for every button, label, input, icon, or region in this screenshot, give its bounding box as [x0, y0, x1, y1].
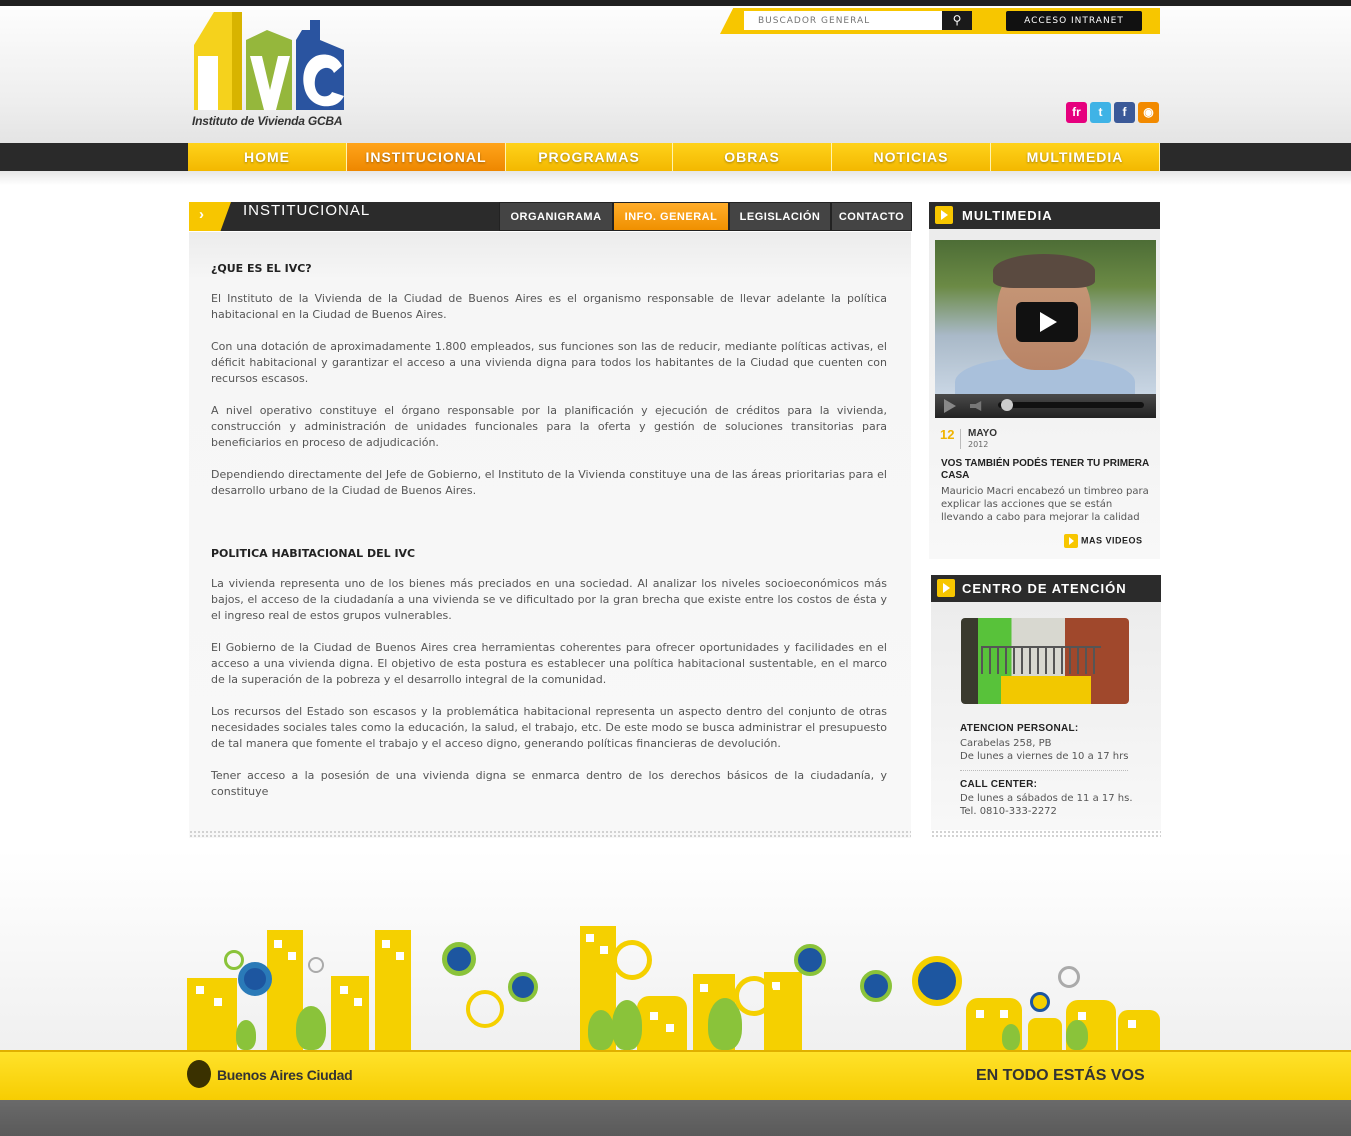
more-videos-link[interactable]: MAS VIDEOS [1064, 534, 1143, 548]
call-heading: CALL CENTER: [960, 779, 1038, 790]
rss-icon[interactable]: ◉ [1138, 102, 1159, 123]
centro-dotted-border [931, 830, 1161, 838]
heading-politica: POLITICA HABITACIONAL DEL IVC [211, 547, 416, 560]
nav-programas[interactable]: PROGRAMAS [506, 143, 673, 171]
search-icon: ⚲ [952, 13, 962, 27]
nav-noticias[interactable]: NOTICIAS [832, 143, 991, 171]
paragraph: Dependiendo directamente del Jefe de Gob… [211, 468, 887, 497]
paragraph: La vivienda representa uno de los bienes… [211, 577, 887, 622]
photo-railing [981, 646, 1101, 674]
facebook-icon[interactable]: f [1114, 102, 1135, 123]
personal-address: Carabelas 258, PB [960, 738, 1052, 749]
nav-obras[interactable]: OBRAS [673, 143, 832, 171]
tab-contacto[interactable]: CONTACTO [831, 202, 912, 231]
ivc-logo[interactable]: Instituto de Vivienda GCBA [192, 10, 352, 132]
footer-slogan: EN TODO ESTÁS VOS [976, 1067, 1145, 1084]
control-play-icon[interactable] [944, 399, 956, 413]
nav-institucional[interactable]: INSTITUCIONAL [347, 143, 506, 171]
heading-que-es: ¿QUE ES EL IVC? [211, 262, 312, 275]
nav-shadow [0, 171, 1351, 185]
nav-multimedia[interactable]: MULTIMEDIA [991, 143, 1160, 171]
paragraph: Tener acceso a la posesión de una vivien… [211, 769, 887, 798]
date-day: 12 [940, 427, 955, 442]
paragraph: Con una dotación de aproximadamente 1.80… [211, 340, 887, 385]
paragraph: El Instituto de la Vivienda de la Ciudad… [211, 292, 887, 321]
date-divider [960, 429, 961, 449]
more-videos-label: MAS VIDEOS [1081, 535, 1143, 546]
call-hours: De lunes a sábados de 11 a 17 hs. [960, 793, 1133, 804]
photo-yellow-wall [1001, 676, 1091, 704]
arrow-icon [1064, 534, 1078, 548]
date-month: MAYO [968, 428, 998, 439]
section-title: INSTITUCIONAL [243, 202, 371, 219]
personal-heading: ATENCION PERSONAL: [960, 723, 1079, 734]
logo-subtitle: Instituto de Vivienda GCBA [192, 114, 343, 128]
flickr-icon[interactable]: fr [1066, 102, 1087, 123]
paragraph: Los recursos del Estado son escasos y la… [211, 705, 887, 750]
tab-organigrama[interactable]: ORGANIGRAMA [499, 202, 613, 231]
tab-info-general[interactable]: INFO. GENERAL [613, 202, 729, 231]
progress-knob[interactable] [1001, 399, 1013, 411]
buenos-aires-brand[interactable]: Buenos Aires Ciudad [217, 1067, 353, 1083]
search-button[interactable]: ⚲ [942, 11, 972, 30]
multimedia-title: MULTIMEDIA [962, 208, 1053, 223]
play-icon[interactable] [1016, 302, 1078, 342]
twitter-icon[interactable]: t [1090, 102, 1111, 123]
logo-graphic [194, 12, 344, 110]
paragraph: A nivel operativo constituye el órgano r… [211, 404, 887, 449]
bottom-bar [0, 1100, 1351, 1136]
tab-legislacion[interactable]: LEGISLACIÓN [729, 202, 831, 231]
nav-home[interactable]: HOME [188, 143, 347, 171]
date-year: 2012 [968, 440, 989, 449]
video-thumbnail-hair [993, 254, 1095, 288]
divider [960, 770, 1128, 771]
call-phone: Tel. 0810-333-2272 [960, 806, 1057, 817]
intranet-button[interactable]: ACCESO INTRANET [1006, 11, 1142, 31]
progress-track[interactable] [998, 402, 1144, 408]
buenos-aires-seal-icon[interactable] [187, 1060, 211, 1088]
article: ¿QUE ES EL IVC? El Instituto de la Vivie… [211, 262, 887, 816]
arrow-icon [937, 579, 955, 597]
search-input[interactable] [744, 11, 942, 30]
video-description: Mauricio Macri encabezó un timbreo para … [941, 486, 1149, 523]
paragraph: El Gobierno de la Ciudad de Buenos Aires… [211, 641, 887, 686]
building-photo [961, 618, 1129, 704]
video-title[interactable]: VOS TAMBIÉN PODÉS TENER TU PRIMERA CASA [941, 458, 1151, 482]
arrow-icon [935, 206, 953, 224]
content-dotted-border [189, 830, 911, 838]
personal-hours: De lunes a viernes de 10 a 17 hrs [960, 751, 1129, 762]
centro-title: CENTRO DE ATENCIÓN [962, 581, 1127, 596]
